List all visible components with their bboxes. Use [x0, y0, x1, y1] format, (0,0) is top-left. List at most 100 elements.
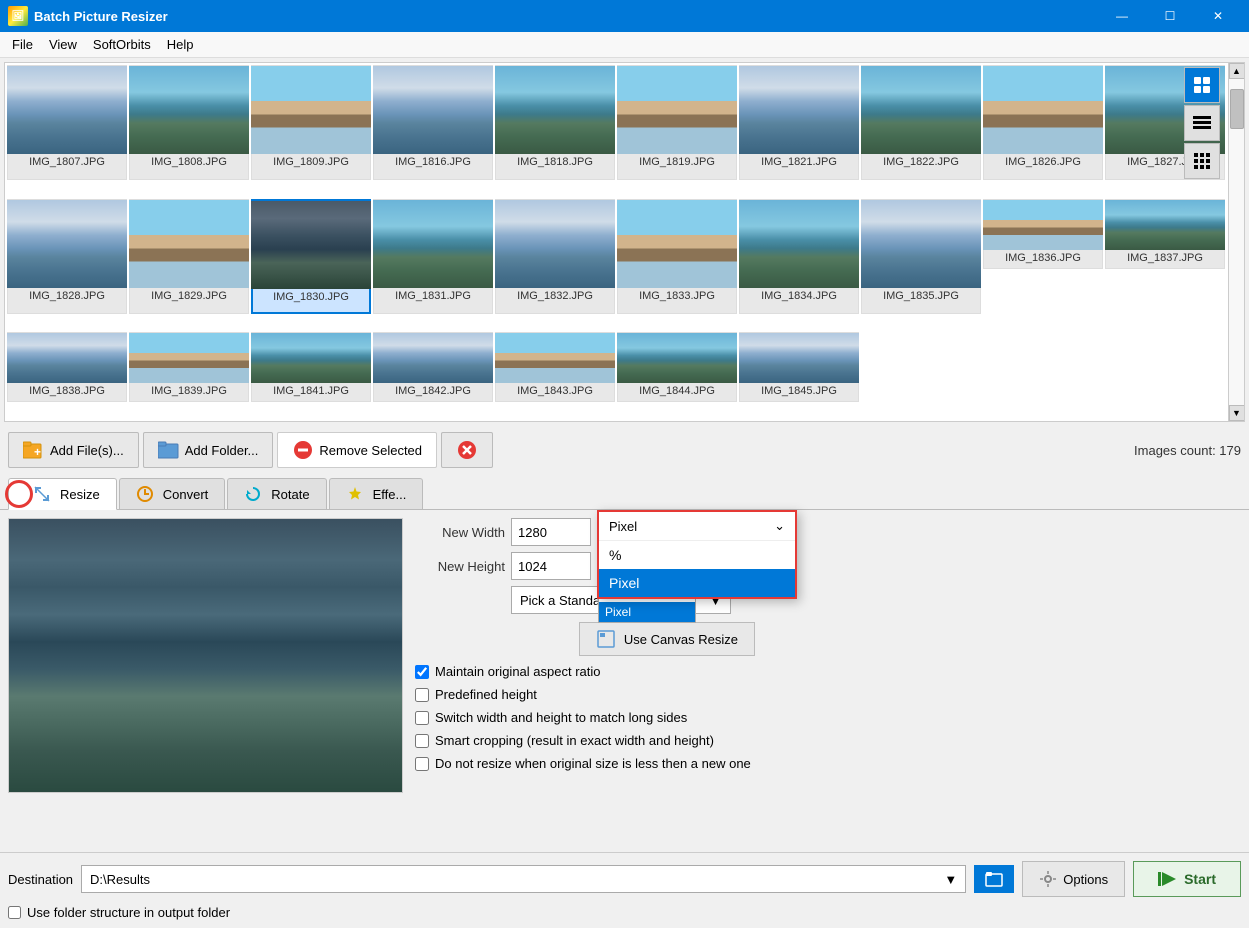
list-item[interactable]: IMG_1844.JPG: [617, 332, 737, 402]
add-files-button[interactable]: + Add File(s)...: [8, 432, 139, 468]
height-input[interactable]: [511, 552, 591, 580]
delete-button[interactable]: [441, 432, 493, 468]
list-item[interactable]: IMG_1818.JPG: [495, 65, 615, 180]
menu-help[interactable]: Help: [159, 34, 202, 55]
settings-panel: New Width Pixel ▼ Pixel ⌄ % Pixel: [415, 518, 1241, 844]
image-grid: IMG_1807.JPG IMG_1808.JPG IMG_1809.JPG I…: [5, 63, 1228, 421]
unit-option-pixel[interactable]: Pixel: [599, 569, 795, 597]
list-item[interactable]: IMG_1843.JPG: [495, 332, 615, 402]
scroll-up-button[interactable]: ▲: [1229, 63, 1245, 79]
unit-option-percent[interactable]: %: [599, 541, 795, 569]
bottom-bar: Destination D:\Results ▼ Opt: [0, 852, 1249, 928]
start-button[interactable]: Start: [1133, 861, 1241, 897]
options-label: Options: [1063, 872, 1108, 887]
tab-convert-label: Convert: [163, 487, 209, 502]
menu-bar: File View SoftOrbits Help: [0, 32, 1249, 58]
options-icon: [1039, 870, 1057, 888]
tab-effects[interactable]: Effe...: [329, 478, 424, 509]
preview-image: [9, 519, 402, 792]
add-folder-icon: [158, 439, 180, 461]
start-label: Start: [1184, 871, 1216, 887]
height-row: New Height Pixel ▼ % Pixel: [415, 552, 1241, 580]
list-item[interactable]: IMG_1839.JPG: [129, 332, 249, 402]
options-button[interactable]: Options: [1022, 861, 1125, 897]
menu-file[interactable]: File: [4, 34, 41, 55]
scroll-track[interactable]: [1229, 79, 1244, 405]
list-item[interactable]: IMG_1819.JPG: [617, 65, 737, 180]
view-grid-button[interactable]: [1184, 143, 1220, 179]
close-button[interactable]: ✕: [1195, 0, 1241, 32]
browse-button[interactable]: [974, 865, 1014, 893]
image-grid-container: IMG_1807.JPG IMG_1808.JPG IMG_1809.JPG I…: [4, 62, 1245, 422]
list-item[interactable]: IMG_1837.JPG: [1105, 199, 1225, 269]
list-item[interactable]: IMG_1830.JPG: [251, 199, 371, 314]
switch-wh-row: Switch width and height to match long si…: [415, 710, 1241, 725]
title-bar-left: 🖼 Batch Picture Resizer: [8, 6, 168, 26]
height-option-pixel[interactable]: Pixel: [599, 602, 695, 622]
maximize-button[interactable]: ☐: [1147, 0, 1193, 32]
tab-resize-label: Resize: [60, 487, 100, 502]
content-area: New Width Pixel ▼ Pixel ⌄ % Pixel: [0, 510, 1249, 852]
width-input[interactable]: [511, 518, 591, 546]
list-item[interactable]: IMG_1833.JPG: [617, 199, 737, 314]
switch-wh-checkbox[interactable]: [415, 711, 429, 725]
list-item[interactable]: IMG_1809.JPG: [251, 65, 371, 180]
canvas-icon: [596, 629, 616, 649]
app-title: Batch Picture Resizer: [34, 9, 168, 24]
tab-rotate-label: Rotate: [271, 487, 309, 502]
tab-rotate[interactable]: Rotate: [227, 478, 326, 509]
list-item[interactable]: IMG_1808.JPG: [129, 65, 249, 180]
view-thumbnail-button[interactable]: [1184, 67, 1220, 103]
predefined-height-checkbox[interactable]: [415, 688, 429, 702]
view-list-button[interactable]: [1184, 105, 1220, 141]
maintain-aspect-label: Maintain original aspect ratio: [435, 664, 600, 679]
list-item[interactable]: IMG_1842.JPG: [373, 332, 493, 402]
destination-row: Destination D:\Results ▼ Opt: [8, 861, 1241, 897]
add-files-icon: +: [23, 439, 45, 461]
tabs: Resize Convert Rotate Effe...: [0, 474, 1249, 510]
remove-selected-label: Remove Selected: [319, 443, 422, 458]
tab-effects-label: Effe...: [373, 487, 407, 502]
list-item[interactable]: IMG_1836.JPG: [983, 199, 1103, 269]
menu-softorbits[interactable]: SoftOrbits: [85, 34, 159, 55]
width-row: New Width Pixel ▼ Pixel ⌄ % Pixel: [415, 518, 1241, 546]
folder-structure-checkbox[interactable]: [8, 906, 21, 919]
destination-input[interactable]: D:\Results ▼: [81, 865, 966, 893]
delete-icon: [456, 439, 478, 461]
list-item[interactable]: IMG_1816.JPG: [373, 65, 493, 180]
scroll-thumb[interactable]: [1230, 89, 1244, 129]
scroll-down-button[interactable]: ▼: [1229, 405, 1245, 421]
canvas-btn-row: Use Canvas Resize: [415, 622, 755, 656]
no-resize-checkbox[interactable]: [415, 757, 429, 771]
remove-selected-button[interactable]: Remove Selected: [277, 432, 437, 468]
remove-icon: [292, 439, 314, 461]
list-item[interactable]: IMG_1828.JPG: [7, 199, 127, 314]
app-icon: 🖼: [8, 6, 28, 26]
list-item[interactable]: IMG_1829.JPG: [129, 199, 249, 314]
maintain-aspect-checkbox[interactable]: [415, 665, 429, 679]
destination-label: Destination: [8, 872, 73, 887]
width-unit-dropdown[interactable]: Pixel ▼ Pixel ⌄ % Pixel: [597, 518, 697, 546]
list-item[interactable]: IMG_1835.JPG: [861, 199, 981, 314]
tab-resize[interactable]: Resize: [8, 478, 117, 510]
scrollbar-vertical[interactable]: ▲ ▼: [1228, 63, 1244, 421]
destination-value: D:\Results: [90, 872, 150, 887]
list-item[interactable]: IMG_1838.JPG: [7, 332, 127, 402]
menu-view[interactable]: View: [41, 34, 85, 55]
start-icon: [1158, 869, 1178, 889]
list-item[interactable]: IMG_1822.JPG: [861, 65, 981, 180]
list-item[interactable]: IMG_1834.JPG: [739, 199, 859, 314]
list-item[interactable]: IMG_1821.JPG: [739, 65, 859, 180]
list-item[interactable]: IMG_1845.JPG: [739, 332, 859, 402]
list-item[interactable]: IMG_1826.JPG: [983, 65, 1103, 180]
smart-crop-checkbox[interactable]: [415, 734, 429, 748]
tab-convert[interactable]: Convert: [119, 478, 226, 509]
canvas-resize-button[interactable]: Use Canvas Resize: [579, 622, 755, 656]
list-item[interactable]: IMG_1807.JPG: [7, 65, 127, 180]
list-item[interactable]: IMG_1831.JPG: [373, 199, 493, 314]
minimize-button[interactable]: —: [1099, 0, 1145, 32]
list-item[interactable]: IMG_1841.JPG: [251, 332, 371, 402]
list-item[interactable]: IMG_1832.JPG: [495, 199, 615, 314]
add-folder-button[interactable]: Add Folder...: [143, 432, 274, 468]
no-resize-label: Do not resize when original size is less…: [435, 756, 751, 771]
